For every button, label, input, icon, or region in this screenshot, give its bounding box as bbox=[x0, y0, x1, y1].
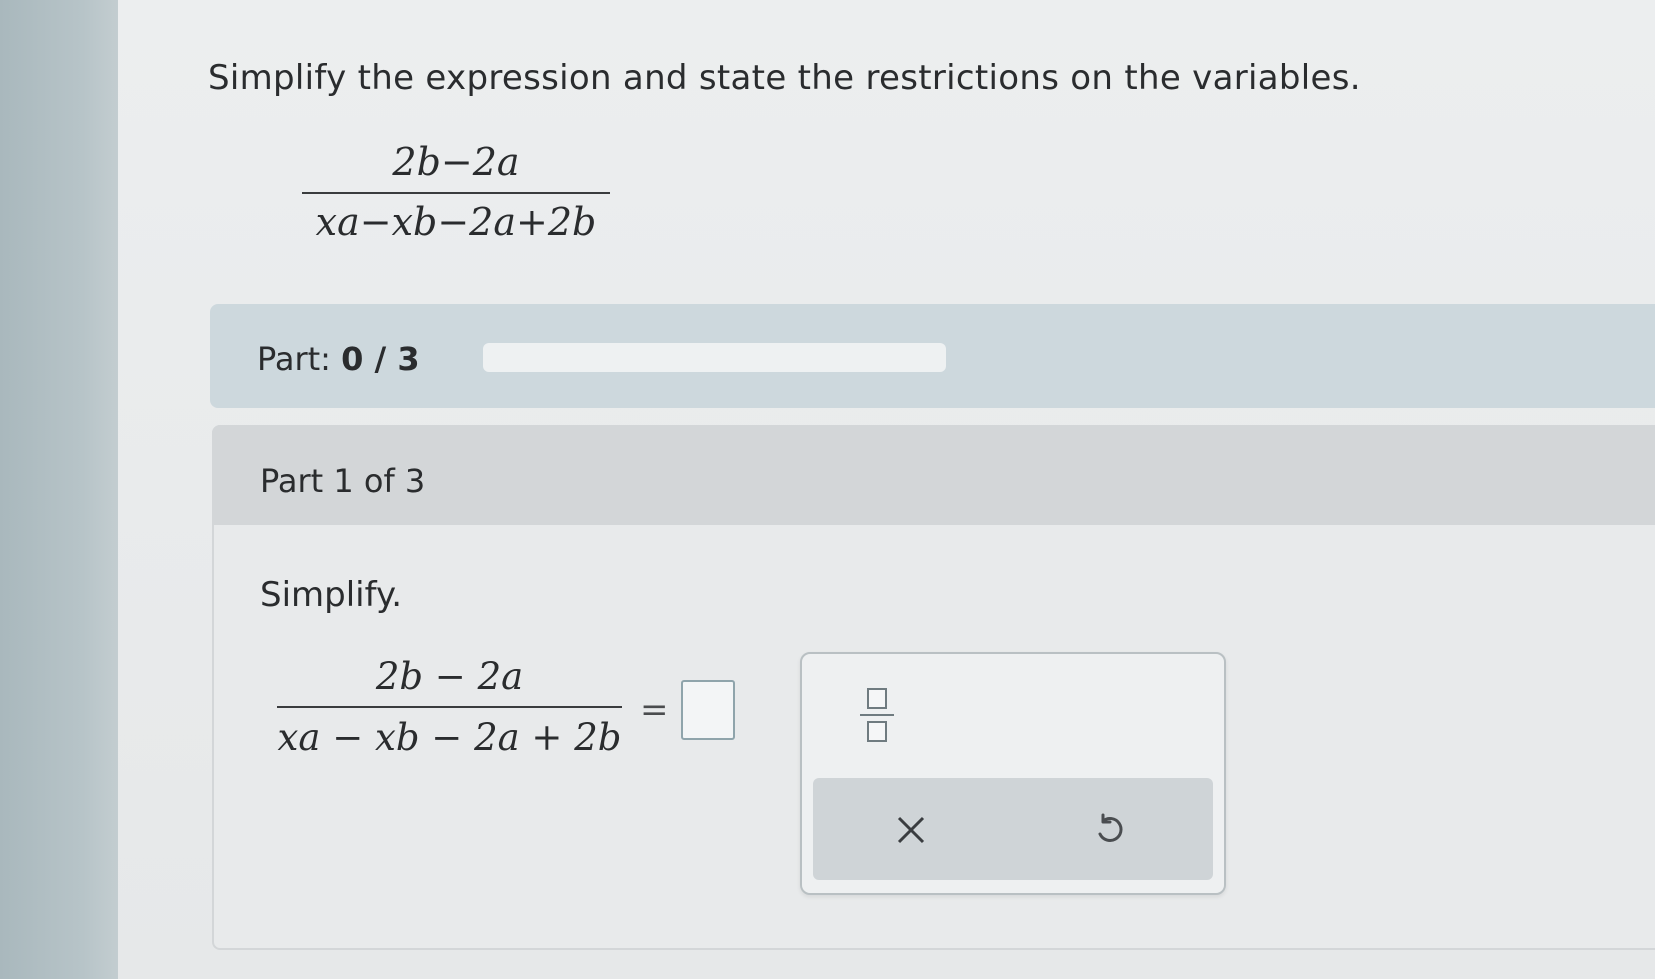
part-instruction: Simplify. bbox=[260, 575, 403, 615]
close-icon bbox=[897, 816, 925, 844]
equals-sign: = bbox=[640, 690, 669, 730]
clear-button[interactable] bbox=[884, 803, 938, 857]
fraction-template-denominator-box bbox=[867, 721, 887, 742]
part-progress-label: Part: 0 / 3 bbox=[257, 340, 420, 378]
question-numerator: 2b−2a bbox=[392, 140, 520, 184]
question-denominator: xa−xb−2a+2b bbox=[315, 200, 597, 244]
part-denominator: xa − xb − 2a + 2b bbox=[277, 716, 622, 759]
fraction-template-bar bbox=[860, 714, 894, 716]
answer-input[interactable] bbox=[681, 680, 735, 740]
part-heading: Part 1 of 3 bbox=[260, 462, 426, 500]
left-sidebar-rail bbox=[0, 0, 118, 979]
undo-button[interactable] bbox=[1082, 803, 1136, 857]
part-progress-text: Part: bbox=[257, 340, 331, 378]
part-expression: 2b − 2a xa − xb − 2a + 2b bbox=[277, 655, 622, 759]
palette-actions bbox=[813, 778, 1213, 880]
part-numerator: 2b − 2a bbox=[375, 655, 524, 698]
part-progress-value: 0 / 3 bbox=[341, 340, 420, 378]
progress-track bbox=[483, 343, 946, 372]
question-expression: 2b−2a xa−xb−2a+2b bbox=[302, 140, 610, 244]
undo-icon bbox=[1098, 813, 1123, 842]
question-prompt: Simplify the expression and state the re… bbox=[208, 58, 1361, 98]
part-card-header bbox=[212, 425, 1655, 525]
fraction-template-icon[interactable] bbox=[855, 680, 899, 750]
fraction-template-numerator-box bbox=[867, 688, 887, 709]
